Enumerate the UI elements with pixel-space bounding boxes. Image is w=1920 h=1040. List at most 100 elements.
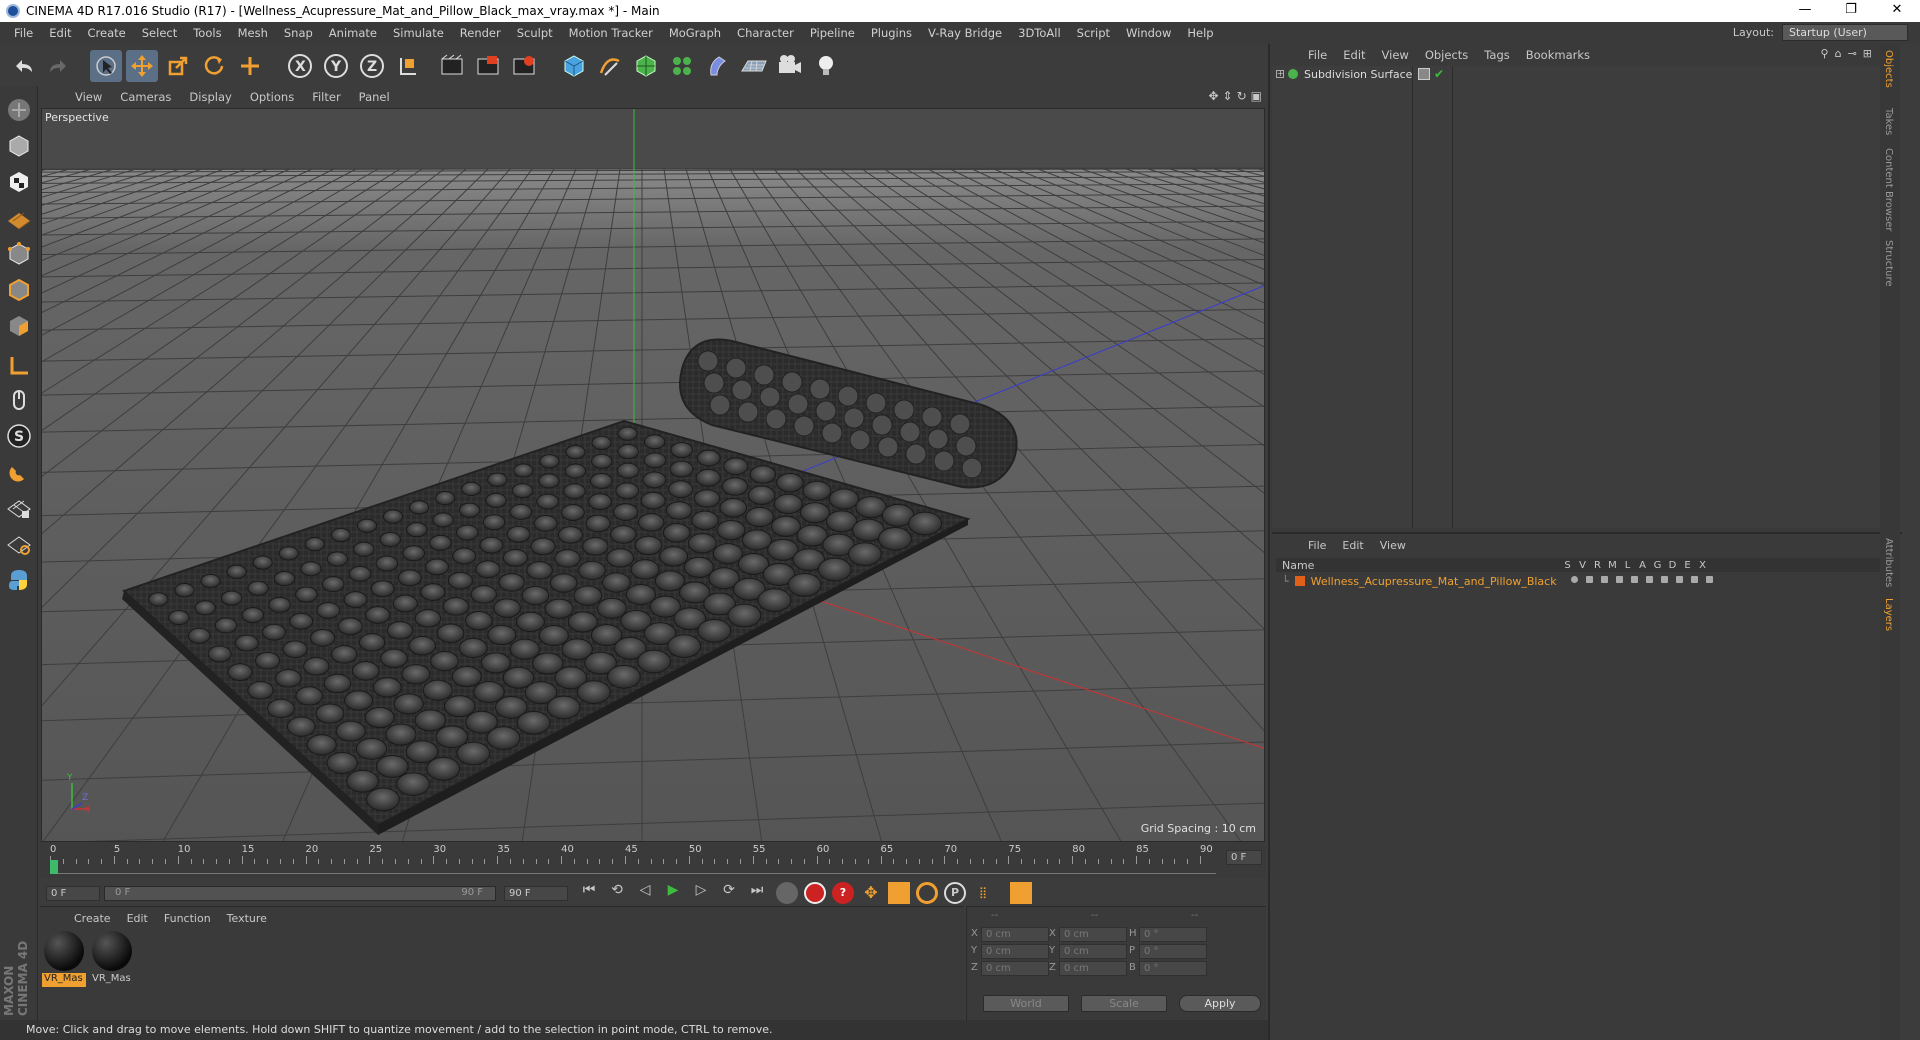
- menu-sculpt[interactable]: Sculpt: [509, 26, 561, 40]
- layer-flag-header[interactable]: M: [1605, 560, 1620, 571]
- viewport-dolly-icon[interactable]: ⇕: [1223, 89, 1233, 103]
- end-frame-field[interactable]: 90 F: [504, 886, 568, 901]
- cube-primitive-icon[interactable]: [558, 50, 590, 82]
- hierarchy-icon[interactable]: ⊸: [1848, 47, 1857, 60]
- layer-flag-header[interactable]: D: [1665, 560, 1680, 571]
- move-tool-icon[interactable]: [126, 50, 158, 82]
- layer-row[interactable]: └ Wellness_Acupressure_Mat_and_Pillow_Bl…: [1276, 574, 1880, 588]
- polygons-mode-icon[interactable]: [3, 310, 35, 342]
- menu-select[interactable]: Select: [134, 26, 185, 40]
- recent-tool-icon[interactable]: [234, 50, 266, 82]
- scale-tool-icon[interactable]: [162, 50, 194, 82]
- objects-menu-file[interactable]: File: [1300, 48, 1335, 62]
- menu-render[interactable]: Render: [452, 26, 509, 40]
- layer-flag-header[interactable]: R: [1590, 560, 1605, 571]
- viewport-menu-filter[interactable]: Filter: [303, 90, 349, 104]
- objects-menu-view[interactable]: View: [1374, 48, 1417, 62]
- layer-flag-header[interactable]: S: [1560, 560, 1575, 571]
- tab-content-browser[interactable]: Content Browser: [1883, 148, 1894, 231]
- workplane-lock-icon[interactable]: [3, 492, 35, 524]
- goto-start-icon[interactable]: ⏮: [578, 882, 600, 904]
- viewport-menu-display[interactable]: Display: [180, 90, 240, 104]
- timeline-track[interactable]: [50, 860, 1216, 874]
- render-picture-viewer-icon[interactable]: [472, 50, 504, 82]
- snap-toggle-icon[interactable]: S: [3, 420, 35, 452]
- workplane-mode-icon[interactable]: [3, 202, 35, 234]
- keyframe-icon[interactable]: [776, 882, 798, 904]
- layer-flag-toggle-icon[interactable]: [1597, 576, 1612, 586]
- coord-size-field[interactable]: 0 cm: [1059, 927, 1127, 942]
- tab-attributes[interactable]: Attributes: [1883, 538, 1894, 587]
- world-dropdown[interactable]: World: [983, 995, 1069, 1012]
- layer-flag-toggle-icon[interactable]: [1627, 576, 1642, 586]
- viewport-rotate-icon[interactable]: ↻: [1237, 89, 1247, 103]
- layer-flag-header[interactable]: X: [1695, 560, 1710, 571]
- layer-color-swatch[interactable]: [1294, 576, 1305, 586]
- maximize-button[interactable]: ❐: [1828, 0, 1874, 22]
- key-scale-icon[interactable]: [888, 882, 910, 904]
- viewport-pan-icon[interactable]: ✥: [1208, 89, 1218, 103]
- current-frame-field[interactable]: 0 F: [1226, 850, 1262, 865]
- texture-mode-icon[interactable]: [3, 166, 35, 198]
- coord-rotation-field[interactable]: 0 °: [1139, 927, 1207, 942]
- close-button[interactable]: ✕: [1874, 0, 1920, 22]
- menu-tools[interactable]: Tools: [185, 26, 229, 40]
- scale-dropdown[interactable]: Scale: [1081, 995, 1167, 1012]
- material-swatch[interactable]: VR_Mas: [90, 929, 134, 987]
- material-swatch[interactable]: VR_Mas: [42, 929, 86, 987]
- menu-edit[interactable]: Edit: [41, 26, 79, 40]
- search-icon[interactable]: ⚲: [1821, 47, 1829, 60]
- layer-flag-toggle-icon[interactable]: [1612, 576, 1627, 586]
- object-name[interactable]: Subdivision Surface: [1304, 68, 1412, 81]
- next-key-icon[interactable]: ⟳: [718, 882, 740, 904]
- new-window-icon[interactable]: ⊞: [1863, 47, 1872, 60]
- menu-help[interactable]: Help: [1179, 26, 1221, 40]
- objects-menu-tags[interactable]: Tags: [1476, 48, 1517, 62]
- previous-key-icon[interactable]: ⟲: [606, 882, 628, 904]
- material-menu-edit[interactable]: Edit: [119, 912, 156, 925]
- layers-menu-file[interactable]: File: [1300, 539, 1334, 552]
- key-pla-icon[interactable]: ⣿: [972, 882, 994, 904]
- render-settings-icon[interactable]: [508, 50, 540, 82]
- menu-mesh[interactable]: Mesh: [230, 26, 276, 40]
- viewport-menu-panel[interactable]: Panel: [350, 90, 399, 104]
- range-slider[interactable]: 0 F 90 F: [104, 886, 496, 901]
- python-icon[interactable]: [3, 564, 35, 596]
- layer-flag-toggle-icon[interactable]: [1657, 576, 1672, 586]
- model-mode-icon[interactable]: [3, 130, 35, 162]
- x-axis-lock-icon[interactable]: X: [284, 50, 316, 82]
- undo-icon[interactable]: [8, 50, 40, 82]
- objects-menu-objects[interactable]: Objects: [1417, 48, 1476, 62]
- material-menu-create[interactable]: Create: [66, 912, 119, 925]
- playhead-marker[interactable]: [50, 860, 58, 874]
- tab-takes[interactable]: Takes: [1883, 108, 1894, 135]
- auto-key-icon[interactable]: ?: [832, 882, 854, 904]
- record-icon[interactable]: [804, 882, 826, 904]
- goto-end-icon[interactable]: ⏭: [746, 882, 768, 904]
- home-icon[interactable]: ⌂: [1835, 47, 1842, 60]
- objects-menu-bookmarks[interactable]: Bookmarks: [1518, 48, 1598, 62]
- material-menu-function[interactable]: Function: [156, 912, 219, 925]
- coord-position-field[interactable]: 0 cm: [981, 927, 1049, 942]
- coord-rotation-field[interactable]: 0 °: [1139, 961, 1207, 976]
- layer-flag-toggle-icon[interactable]: [1642, 576, 1657, 586]
- coord-position-field[interactable]: 0 cm: [981, 961, 1049, 976]
- menu-character[interactable]: Character: [729, 26, 802, 40]
- layer-flag-toggle-icon[interactable]: [1702, 576, 1717, 586]
- layer-flag-toggle-icon[interactable]: [1582, 576, 1597, 586]
- deformer-bend-icon[interactable]: [702, 50, 734, 82]
- layer-flag-toggle-icon[interactable]: [1567, 576, 1582, 586]
- menu-motion-tracker[interactable]: Motion Tracker: [561, 26, 661, 40]
- coord-rotation-field[interactable]: 0 °: [1139, 944, 1207, 959]
- menu-animate[interactable]: Animate: [321, 26, 385, 40]
- layer-flag-header[interactable]: A: [1635, 560, 1650, 571]
- key-parameter-icon[interactable]: P: [944, 882, 966, 904]
- menu-mograph[interactable]: MoGraph: [661, 26, 729, 40]
- magnet-icon[interactable]: [3, 456, 35, 488]
- next-frame-icon[interactable]: ▷: [690, 882, 712, 904]
- redo-icon[interactable]: [42, 50, 74, 82]
- tweak-mode-icon[interactable]: [3, 384, 35, 416]
- layer-flag-header[interactable]: V: [1575, 560, 1590, 571]
- key-position-icon[interactable]: ✥: [860, 882, 882, 904]
- menu-plugins[interactable]: Plugins: [863, 26, 920, 40]
